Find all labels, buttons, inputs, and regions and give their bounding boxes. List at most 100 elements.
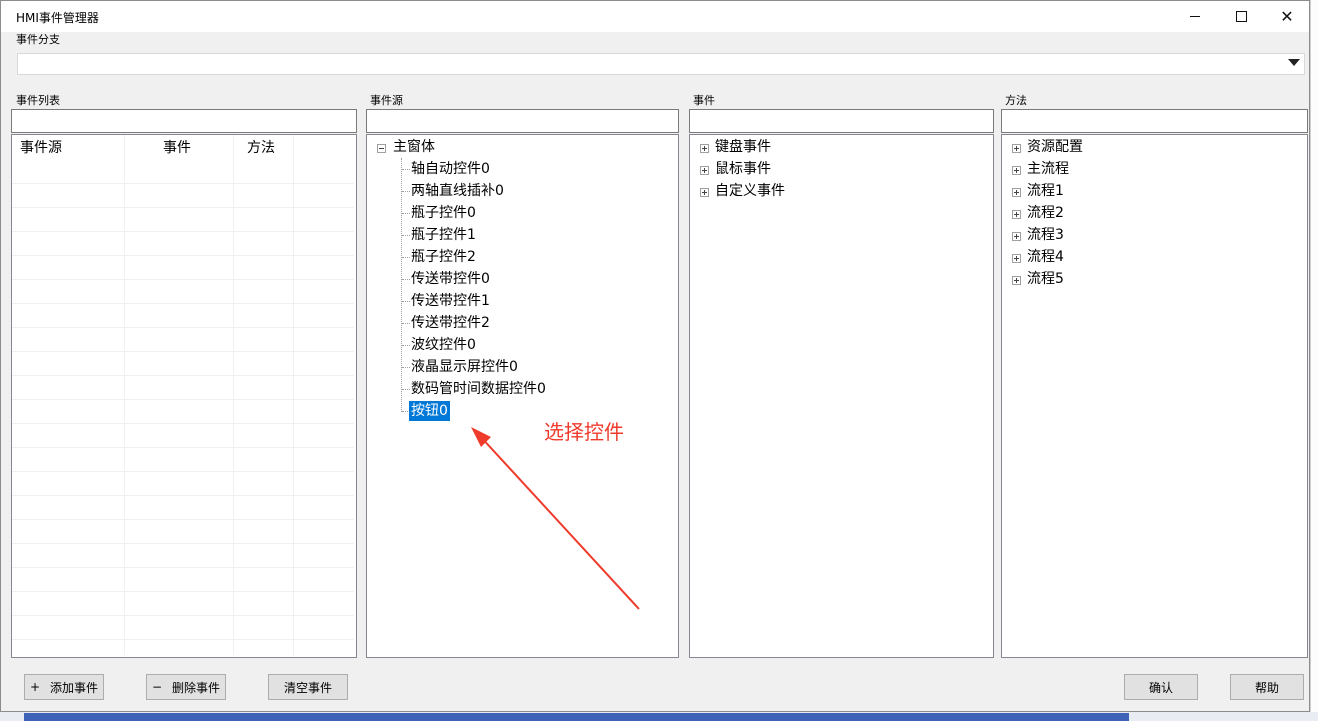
tree-item[interactable]: 资源配置 bbox=[1027, 137, 1083, 157]
tree-item[interactable]: 流程1 bbox=[1027, 181, 1064, 201]
chevron-down-icon bbox=[1288, 59, 1300, 66]
tree-item[interactable]: 自定义事件 bbox=[715, 181, 785, 201]
table-row-line bbox=[12, 615, 354, 616]
event-source-label: 事件源 bbox=[370, 94, 403, 107]
event-tree: 键盘事件 鼠标事件 自定义事件 bbox=[689, 134, 994, 658]
tree-item[interactable]: 流程4 bbox=[1027, 247, 1064, 267]
tree-item[interactable]: 两轴直线插补0 bbox=[411, 181, 504, 201]
method-tree: 资源配置 主流程 流程1 流程2 流程3 流程4 流程5 bbox=[1001, 134, 1308, 658]
tree-item[interactable]: 传送带控件0 bbox=[411, 269, 490, 289]
table-row-line bbox=[12, 543, 354, 544]
method-label: 方法 bbox=[1005, 94, 1027, 107]
table-row-line bbox=[12, 375, 354, 376]
branch-label: 事件分支 bbox=[16, 33, 60, 46]
table-row-line bbox=[12, 519, 354, 520]
minimize-icon bbox=[1190, 16, 1200, 17]
tree-item[interactable]: 瓶子控件0 bbox=[411, 203, 476, 223]
tree-item[interactable]: 传送带控件1 bbox=[411, 291, 490, 311]
method-filter-input[interactable] bbox=[1001, 109, 1308, 133]
expand-icon[interactable] bbox=[1012, 188, 1021, 197]
annotation-arrow bbox=[471, 427, 640, 610]
close-button[interactable]: ✕ bbox=[1264, 1, 1310, 32]
tree-item[interactable]: 瓶子控件2 bbox=[411, 247, 476, 267]
tree-item[interactable]: 液晶显示屏控件0 bbox=[411, 357, 518, 377]
title-bar: HMI事件管理器 ✕ bbox=[1, 1, 1309, 32]
expand-icon[interactable] bbox=[700, 144, 709, 153]
add-event-button[interactable]: + 添加事件 bbox=[24, 674, 104, 700]
table-row-line bbox=[12, 255, 354, 256]
tree-connector bbox=[402, 191, 410, 193]
clear-events-button[interactable]: 清空事件 bbox=[268, 674, 348, 700]
table-row-line bbox=[12, 183, 354, 184]
column-divider bbox=[124, 135, 234, 655]
tree-connector bbox=[402, 345, 410, 347]
expand-icon[interactable] bbox=[1012, 232, 1021, 241]
column-divider bbox=[12, 135, 125, 655]
event-list-filter-input[interactable] bbox=[11, 109, 357, 133]
maximize-button[interactable] bbox=[1218, 1, 1264, 32]
maximize-icon bbox=[1235, 11, 1247, 22]
tree-connector bbox=[402, 257, 410, 259]
table-row-line bbox=[12, 207, 354, 208]
event-list-table: 事件源 事件 方法 bbox=[11, 134, 357, 658]
ok-label: 确认 bbox=[1148, 680, 1173, 695]
tree-connector bbox=[402, 323, 410, 325]
tree-item[interactable]: 轴自动控件0 bbox=[411, 159, 490, 179]
window-title: HMI事件管理器 bbox=[16, 11, 99, 25]
tree-connector bbox=[402, 235, 410, 237]
table-row-line bbox=[12, 351, 354, 352]
table-row-line bbox=[12, 279, 354, 280]
table-row-line bbox=[12, 447, 354, 448]
expand-icon[interactable] bbox=[1012, 254, 1021, 263]
branch-select[interactable] bbox=[17, 53, 1305, 75]
annotation-text: 选择控件 bbox=[544, 420, 624, 444]
ok-button[interactable]: 确认 bbox=[1124, 674, 1198, 700]
tree-item[interactable]: 流程2 bbox=[1027, 203, 1064, 223]
tree-item[interactable]: 流程3 bbox=[1027, 225, 1064, 245]
minus-icon: − bbox=[151, 680, 163, 694]
hmi-event-manager-window: HMI事件管理器 ✕ 事件分支 事件列表 事件源 事件 方法 事件源 主窗体 轴… bbox=[0, 0, 1310, 712]
delete-event-button[interactable]: − 删除事件 bbox=[146, 674, 226, 700]
tree-item[interactable]: 键盘事件 bbox=[715, 137, 771, 157]
column-header-event[interactable]: 事件 bbox=[163, 135, 191, 161]
table-row-line bbox=[12, 495, 354, 496]
tree-connector bbox=[402, 389, 410, 391]
background-app-edge bbox=[1310, 0, 1318, 721]
tree-item[interactable]: 数码管时间数据控件0 bbox=[411, 379, 546, 399]
tree-connector bbox=[402, 213, 410, 215]
tree-item[interactable]: 流程5 bbox=[1027, 269, 1064, 289]
column-header-method[interactable]: 方法 bbox=[247, 135, 275, 161]
table-row-line bbox=[12, 423, 354, 424]
tree-root-main-form[interactable]: 主窗体 bbox=[393, 137, 435, 157]
tree-item[interactable]: 按钮0 bbox=[409, 401, 450, 421]
tree-item[interactable]: 鼠标事件 bbox=[715, 159, 771, 179]
event-source-filter-input[interactable] bbox=[366, 109, 679, 133]
expand-icon[interactable] bbox=[700, 188, 709, 197]
collapse-icon[interactable] bbox=[377, 144, 386, 153]
tree-item[interactable]: 波纹控件0 bbox=[411, 335, 476, 355]
table-row-line bbox=[12, 327, 354, 328]
help-label: 帮助 bbox=[1254, 680, 1279, 695]
minimize-button[interactable] bbox=[1172, 1, 1218, 32]
event-label: 事件 bbox=[693, 94, 715, 107]
expand-icon[interactable] bbox=[1012, 276, 1021, 285]
tree-item[interactable]: 瓶子控件1 bbox=[411, 225, 476, 245]
column-header-source[interactable]: 事件源 bbox=[20, 135, 62, 161]
expand-icon[interactable] bbox=[1012, 144, 1021, 153]
background-app-bar bbox=[24, 713, 1129, 721]
table-row-line bbox=[12, 231, 354, 232]
table-row-line bbox=[12, 303, 354, 304]
table-row-line bbox=[12, 591, 354, 592]
expand-icon[interactable] bbox=[1012, 166, 1021, 175]
tree-item[interactable]: 主流程 bbox=[1027, 159, 1069, 179]
expand-icon[interactable] bbox=[1012, 210, 1021, 219]
expand-icon[interactable] bbox=[700, 166, 709, 175]
tree-item[interactable]: 传送带控件2 bbox=[411, 313, 490, 333]
close-icon: ✕ bbox=[1280, 7, 1294, 26]
help-button[interactable]: 帮助 bbox=[1230, 674, 1304, 700]
tree-connector bbox=[402, 367, 410, 369]
add-event-label: 添加事件 bbox=[50, 680, 99, 695]
tree-connector bbox=[402, 301, 410, 303]
event-filter-input[interactable] bbox=[689, 109, 994, 133]
table-row-line bbox=[12, 471, 354, 472]
